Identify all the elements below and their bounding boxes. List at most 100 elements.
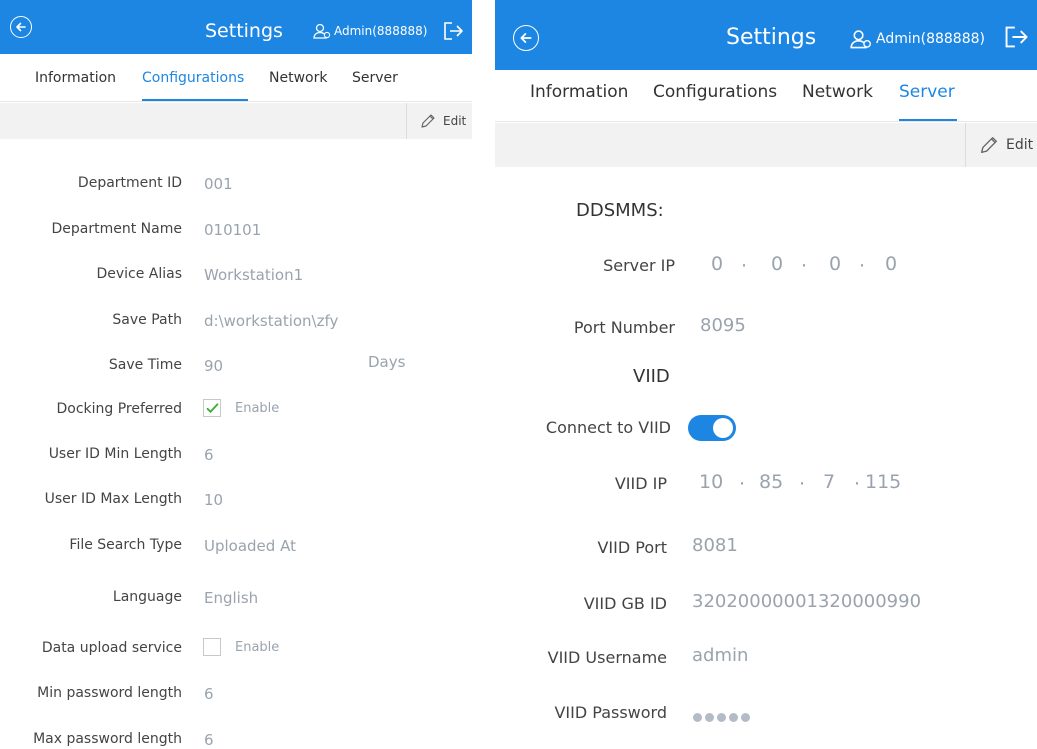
edit-button[interactable]: Edit: [406, 103, 466, 139]
docking-preferred-checkbox[interactable]: [203, 399, 221, 417]
label-viid-username: VIID Username: [547, 648, 667, 667]
password-mask-dot: [705, 713, 714, 722]
back-button[interactable]: [513, 25, 539, 51]
arrow-left-icon: [520, 33, 532, 43]
header-bar: Settings Admin(888888): [495, 0, 1037, 70]
pencil-icon: [980, 136, 998, 154]
server-ip-octet-4: 0: [885, 253, 898, 275]
tab-information[interactable]: Information: [35, 70, 116, 86]
value-user-id-min-length[interactable]: 6: [204, 446, 214, 464]
value-viid-port[interactable]: 8081: [692, 535, 738, 556]
value-user-id-max-length[interactable]: 10: [204, 491, 223, 509]
label-user-id-max-length: User ID Max Length: [44, 491, 182, 507]
arrow-left-icon: [16, 22, 26, 32]
ip-separator: ·: [854, 473, 861, 495]
password-mask-dot: [717, 713, 726, 722]
header-bar: Settings Admin(888888): [0, 0, 472, 54]
label-connect-to-viid: Connect to VIID: [545, 418, 671, 437]
ip-separator: ·: [741, 255, 748, 277]
page-title: Settings: [205, 20, 283, 42]
viid-heading: VIID: [633, 366, 670, 387]
settings-panel-configurations: Settings Admin(888888) Information Confi…: [0, 0, 472, 749]
ip-separator: ·: [859, 255, 866, 277]
label-language: Language: [112, 589, 182, 605]
value-department-name[interactable]: 010101: [204, 221, 261, 239]
value-file-search-type[interactable]: Uploaded At: [204, 537, 296, 555]
tab-bar: Information Configurations Network Serve…: [495, 70, 1037, 122]
label-viid-gb-id: VIID GB ID: [583, 594, 667, 613]
label-port-number: Port Number: [573, 318, 675, 337]
label-viid-password: VIID Password: [554, 703, 667, 722]
value-device-alias[interactable]: Workstation1: [204, 266, 303, 284]
tab-network[interactable]: Network: [269, 70, 327, 86]
checkmark-icon: [206, 403, 219, 414]
label-device-alias: Device Alias: [96, 266, 182, 282]
tab-configurations[interactable]: Configurations: [142, 70, 244, 86]
data-upload-service-checkbox[interactable]: [203, 638, 221, 656]
label-data-upload-service: Data upload service: [41, 640, 182, 656]
connect-to-viid-toggle[interactable]: [688, 415, 736, 441]
value-save-time[interactable]: 90: [204, 357, 223, 375]
tab-server[interactable]: Server: [899, 82, 955, 102]
pencil-icon: [421, 114, 435, 128]
tab-configurations[interactable]: Configurations: [653, 82, 777, 102]
value-port-number[interactable]: 8095: [700, 315, 746, 336]
user-name: Admin(888888): [876, 31, 985, 47]
value-max-password-length[interactable]: 6: [204, 731, 214, 749]
password-mask-dot: [729, 713, 738, 722]
label-viid-port: VIID Port: [597, 538, 667, 557]
edit-label: Edit: [1006, 137, 1034, 153]
ip-separator: ·: [801, 255, 808, 277]
label-department-name: Department Name: [51, 221, 182, 237]
value-viid-password[interactable]: [693, 706, 753, 727]
logout-icon: [444, 22, 463, 40]
label-save-time: Save Time: [108, 357, 182, 373]
value-department-id[interactable]: 001: [204, 175, 233, 193]
value-viid-gb-id[interactable]: 32020000001320000990: [692, 591, 921, 612]
server-ip-octet-1: 0: [711, 253, 724, 275]
value-viid-username[interactable]: admin: [692, 645, 748, 666]
user-account[interactable]: Admin(888888): [313, 23, 427, 39]
user-icon: [313, 23, 331, 39]
logout-button[interactable]: [442, 20, 464, 46]
active-tab-indicator: [899, 119, 957, 121]
ddsmms-heading: DDSMMS:: [576, 200, 664, 221]
settings-panel-server: Settings Admin(888888) Information Confi…: [495, 0, 1037, 749]
label-max-password-length: Max password length: [33, 731, 182, 747]
label-viid-ip: VIID IP: [614, 474, 667, 493]
edit-toolbar: Edit: [495, 123, 1037, 167]
page-title: Settings: [726, 25, 817, 50]
viid-ip-octet-4: 115: [865, 471, 902, 493]
ip-separator: ·: [739, 473, 746, 495]
edit-button[interactable]: Edit: [965, 123, 1033, 167]
tab-network[interactable]: Network: [802, 82, 873, 102]
value-min-password-length[interactable]: 6: [204, 685, 214, 703]
password-mask-dot: [693, 713, 702, 722]
back-button[interactable]: [10, 16, 32, 38]
edit-toolbar: Edit: [0, 103, 472, 139]
server-ip-input[interactable]: 0 · 0 · 0 · 0: [711, 253, 911, 279]
viid-ip-octet-1: 10: [699, 471, 724, 493]
user-name: Admin(888888): [334, 24, 428, 38]
edit-label: Edit: [443, 114, 467, 128]
user-account[interactable]: Admin(888888): [850, 29, 985, 49]
label-user-id-min-length: User ID Min Length: [48, 446, 182, 462]
label-file-search-type: File Search Type: [69, 537, 182, 553]
server-ip-octet-2: 0: [771, 253, 784, 275]
user-icon: [850, 30, 871, 49]
label-docking-preferred: Docking Preferred: [56, 401, 182, 417]
tab-server[interactable]: Server: [352, 70, 398, 86]
tab-information[interactable]: Information: [530, 82, 628, 102]
logout-button[interactable]: [1003, 24, 1029, 54]
ip-separator: ·: [799, 473, 806, 495]
label-save-path: Save Path: [112, 312, 182, 328]
viid-ip-input[interactable]: 10 · 85 · 7 · 115: [699, 471, 919, 497]
data-upload-service-enable-label: Enable: [235, 640, 280, 655]
viid-ip-octet-2: 85: [759, 471, 784, 493]
logout-icon: [1005, 26, 1028, 48]
label-server-ip: Server IP: [603, 256, 675, 275]
tab-bar: Information Configurations Network Serve…: [0, 54, 472, 102]
label-department-id: Department ID: [77, 175, 182, 191]
value-language[interactable]: English: [204, 589, 258, 607]
value-save-path[interactable]: d:\workstation\zfy: [204, 312, 338, 330]
